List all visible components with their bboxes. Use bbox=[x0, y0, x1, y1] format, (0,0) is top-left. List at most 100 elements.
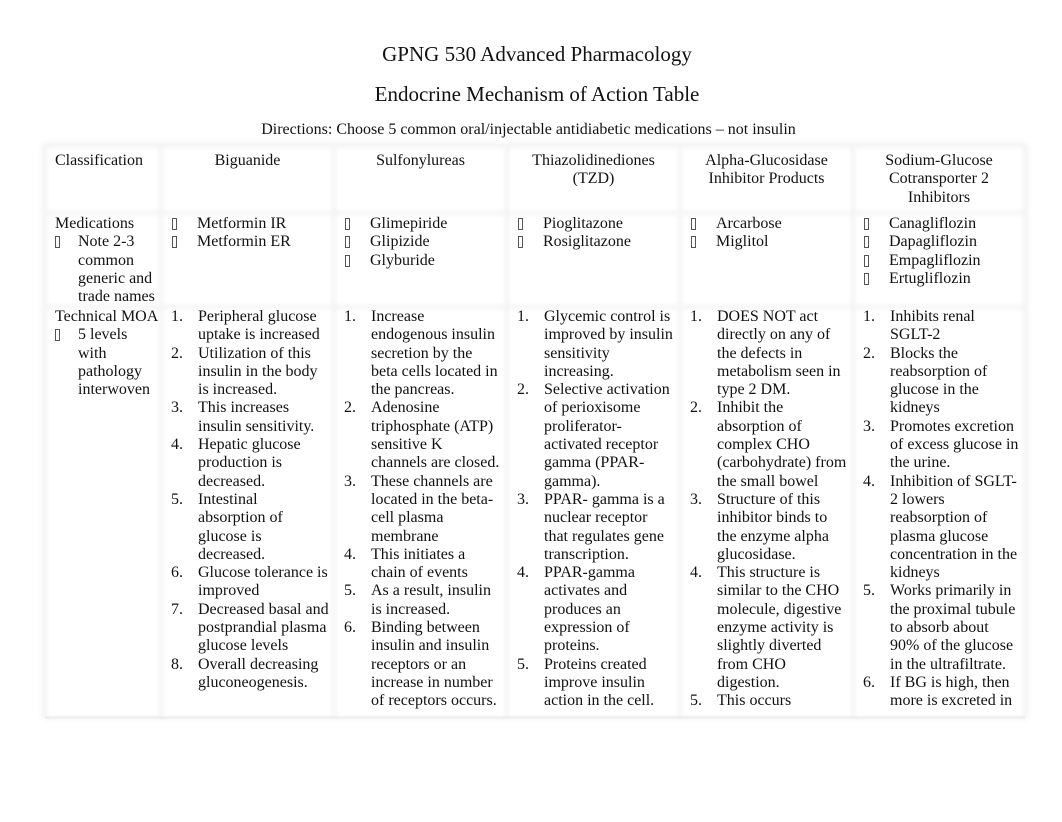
medication-name: Glipizide bbox=[370, 233, 430, 251]
medication-item: Dapagliflozin bbox=[863, 233, 1020, 251]
step-text: PPAR- gamma is a nuclear receptor that r… bbox=[544, 490, 665, 563]
medication-name: Miglitol bbox=[716, 233, 769, 251]
medications-label: Medications bbox=[55, 215, 135, 232]
document-title: GPNG 530 Advanced Pharmacology bbox=[382, 42, 692, 66]
header-sulfonylureas: Sulfonylureas bbox=[376, 152, 465, 169]
step-number: 1. bbox=[863, 308, 875, 325]
step-text: This initiates a chain of events bbox=[371, 545, 468, 582]
step-number: 1. bbox=[690, 308, 702, 325]
medications-note: Note 2-3 common generic and trade names bbox=[78, 233, 155, 306]
medication-name: Glimepiride bbox=[370, 215, 448, 232]
step-text: Increase endogenous insulin secretion by… bbox=[371, 308, 498, 399]
header-classification: Classification bbox=[55, 152, 143, 169]
moa-table: Classification Biguanide Sulfonylureas T… bbox=[45, 146, 1025, 719]
header-cell: Biguanide bbox=[161, 146, 334, 213]
medication-name: Empagliflozin bbox=[889, 251, 981, 269]
step-text: Blocks the reabsorption of glucose in th… bbox=[890, 344, 988, 417]
medication-item: Metformin ER bbox=[171, 233, 329, 251]
medication-name: Glyburide bbox=[370, 251, 435, 269]
step-text: Utilization of this insulin in the body … bbox=[198, 344, 318, 399]
moa-cell: 1. DOES NOT act directly on any of the de… bbox=[680, 307, 853, 719]
moa-step: 2. Adenosine triphosphate (ATP) sensitive… bbox=[344, 399, 502, 472]
missing-glyph-bullet-icon bbox=[55, 326, 60, 347]
step-text: This occurs bbox=[717, 692, 792, 710]
step-text: Selective activation of perioxisome prol… bbox=[544, 381, 670, 490]
moa-step: 3. These channels are located in the beta… bbox=[344, 473, 502, 546]
medication-name: Dapagliflozin bbox=[889, 233, 977, 251]
step-number: 3. bbox=[171, 399, 183, 417]
moa-cell: 1. Increase endogenous insulin secretion … bbox=[334, 307, 507, 719]
step-text: PPAR-gamma activates and produces an exp… bbox=[544, 564, 635, 655]
medication-item: Metformin IR bbox=[171, 215, 329, 233]
header-row: Classification Biguanide Sulfonylureas T… bbox=[45, 146, 1025, 213]
step-number: 5. bbox=[690, 692, 702, 710]
missing-glyph-bullet-icon bbox=[172, 233, 177, 254]
medication-item: Glimepiride bbox=[344, 215, 502, 233]
medication-item: Empagliflozin bbox=[863, 252, 1020, 270]
step-text: This structure is similar to the CHO mol… bbox=[717, 564, 842, 691]
step-text: Peripheral glucose uptake is increased bbox=[198, 308, 320, 344]
step-number: 3. bbox=[690, 490, 702, 508]
step-number: 3. bbox=[517, 490, 529, 508]
medication-name: Canagliflozin bbox=[889, 215, 977, 232]
moa-cell: 1. Glycemic control is improved by insuli… bbox=[507, 307, 680, 719]
medication-item: Glyburide bbox=[344, 252, 502, 270]
step-text: This increases insulin sensitivity. bbox=[198, 399, 315, 435]
medications-cell: Arcarbose Miglitol bbox=[680, 213, 853, 307]
moa-step: 1. Increase endogenous insulin secretion … bbox=[344, 308, 502, 399]
moa-label: Technical MOA bbox=[55, 308, 159, 325]
moa-step: 2. Blocks the reabsorption of glucose in … bbox=[863, 345, 1020, 418]
step-number: 3. bbox=[863, 417, 875, 435]
moa-step: 3. Promotes excretion of excess glucose i… bbox=[863, 418, 1020, 473]
step-text: As a result, insulin is increased. bbox=[371, 582, 491, 618]
moa-cell: 1. Inhibits renal SGLT-2 2. Blocks the reab… bbox=[853, 307, 1025, 719]
medication-item: Pioglitazone bbox=[517, 215, 675, 233]
step-text: Intestinal absorption of glucose is decr… bbox=[198, 490, 283, 563]
step-text: Inhibition of SGLT-2 lowers reabsorption… bbox=[890, 472, 1018, 582]
step-text: Structure of this inhibitor binds to the… bbox=[717, 490, 829, 563]
moa-step: 3. This increases insulin sensitivity. bbox=[171, 399, 329, 436]
step-number: 2. bbox=[863, 344, 875, 362]
moa-step: 4. PPAR-gamma activates and produces an e… bbox=[517, 564, 675, 655]
step-text: Decreased basal and postprandial plasma … bbox=[198, 600, 329, 655]
moa-step: 5. Works primarily in the proximal tubule… bbox=[863, 582, 1020, 673]
missing-glyph-bullet-icon bbox=[691, 233, 696, 254]
moa-step: 4. This structure is similar to the CHO m… bbox=[690, 564, 848, 692]
step-text: DOES NOT act directly on any of the defe… bbox=[717, 308, 841, 399]
step-text: Overall decreasing gluconeogenesis. bbox=[198, 655, 319, 691]
moa-step: 2. Inhibit the absorption of complex CHO … bbox=[690, 399, 848, 490]
step-text: Glucose tolerance is improved bbox=[198, 564, 328, 600]
step-number: 2. bbox=[171, 344, 183, 362]
step-text: Promotes excretion of excess glucose in … bbox=[890, 417, 1019, 472]
moa-step: 1. Peripheral glucose uptake is increased bbox=[171, 308, 329, 345]
moa-step: 6. Binding between insulin and insulin re… bbox=[344, 619, 502, 710]
moa-step: 6. Glucose tolerance is improved bbox=[171, 564, 329, 601]
step-number: 5. bbox=[517, 655, 529, 673]
step-text: Adenosine triphosphate (ATP) sensitive K… bbox=[371, 399, 500, 472]
medication-name: Ertugliflozin bbox=[889, 269, 971, 287]
moa-cell: 1. Peripheral glucose uptake is increased… bbox=[161, 307, 334, 719]
step-number: 4. bbox=[344, 545, 356, 563]
moa-step: 4. Inhibition of SGLT-2 lowers reabsorpti… bbox=[863, 473, 1020, 583]
moa-step: 1. Glycemic control is improved by insuli… bbox=[517, 308, 675, 381]
medications-cell: Glimepiride Glipizide Glyburide bbox=[334, 213, 507, 307]
moa-step: 2. Selective activation of perioxisome pr… bbox=[517, 381, 675, 491]
medication-name: Pioglitazone bbox=[543, 215, 623, 232]
header-alpha-glucosidase: Alpha-Glucosidase Inhibitor Products bbox=[705, 152, 828, 188]
medications-row: Medications Note 2-3 common generic and … bbox=[45, 213, 1025, 307]
moa-table-container: Classification Biguanide Sulfonylureas T… bbox=[45, 146, 1025, 716]
step-number: 5. bbox=[863, 582, 875, 600]
header-sglt2: Sodium-Glucose Cotransporter 2 Inhibitor… bbox=[885, 152, 993, 206]
list-item: Note 2-3 common generic and trade names bbox=[55, 233, 159, 306]
missing-glyph-bullet-icon bbox=[518, 233, 523, 254]
medication-item: Ertugliflozin bbox=[863, 270, 1020, 288]
step-number: 8. bbox=[171, 655, 183, 673]
moa-step: 5. Intestinal absorption of glucose is de… bbox=[171, 491, 329, 564]
document-subtitle: Endocrine Mechanism of Action Table bbox=[374, 82, 700, 106]
header-tzd: Thiazolidinediones (TZD) bbox=[532, 152, 655, 188]
header-cell: Classification bbox=[45, 146, 161, 213]
missing-glyph-bullet-icon bbox=[345, 252, 350, 273]
step-number: 7. bbox=[171, 600, 183, 618]
moa-step: 6. If BG is high, then more is excreted i… bbox=[863, 674, 1020, 711]
moa-step: 7. Decreased basal and postprandial plasm… bbox=[171, 601, 329, 656]
